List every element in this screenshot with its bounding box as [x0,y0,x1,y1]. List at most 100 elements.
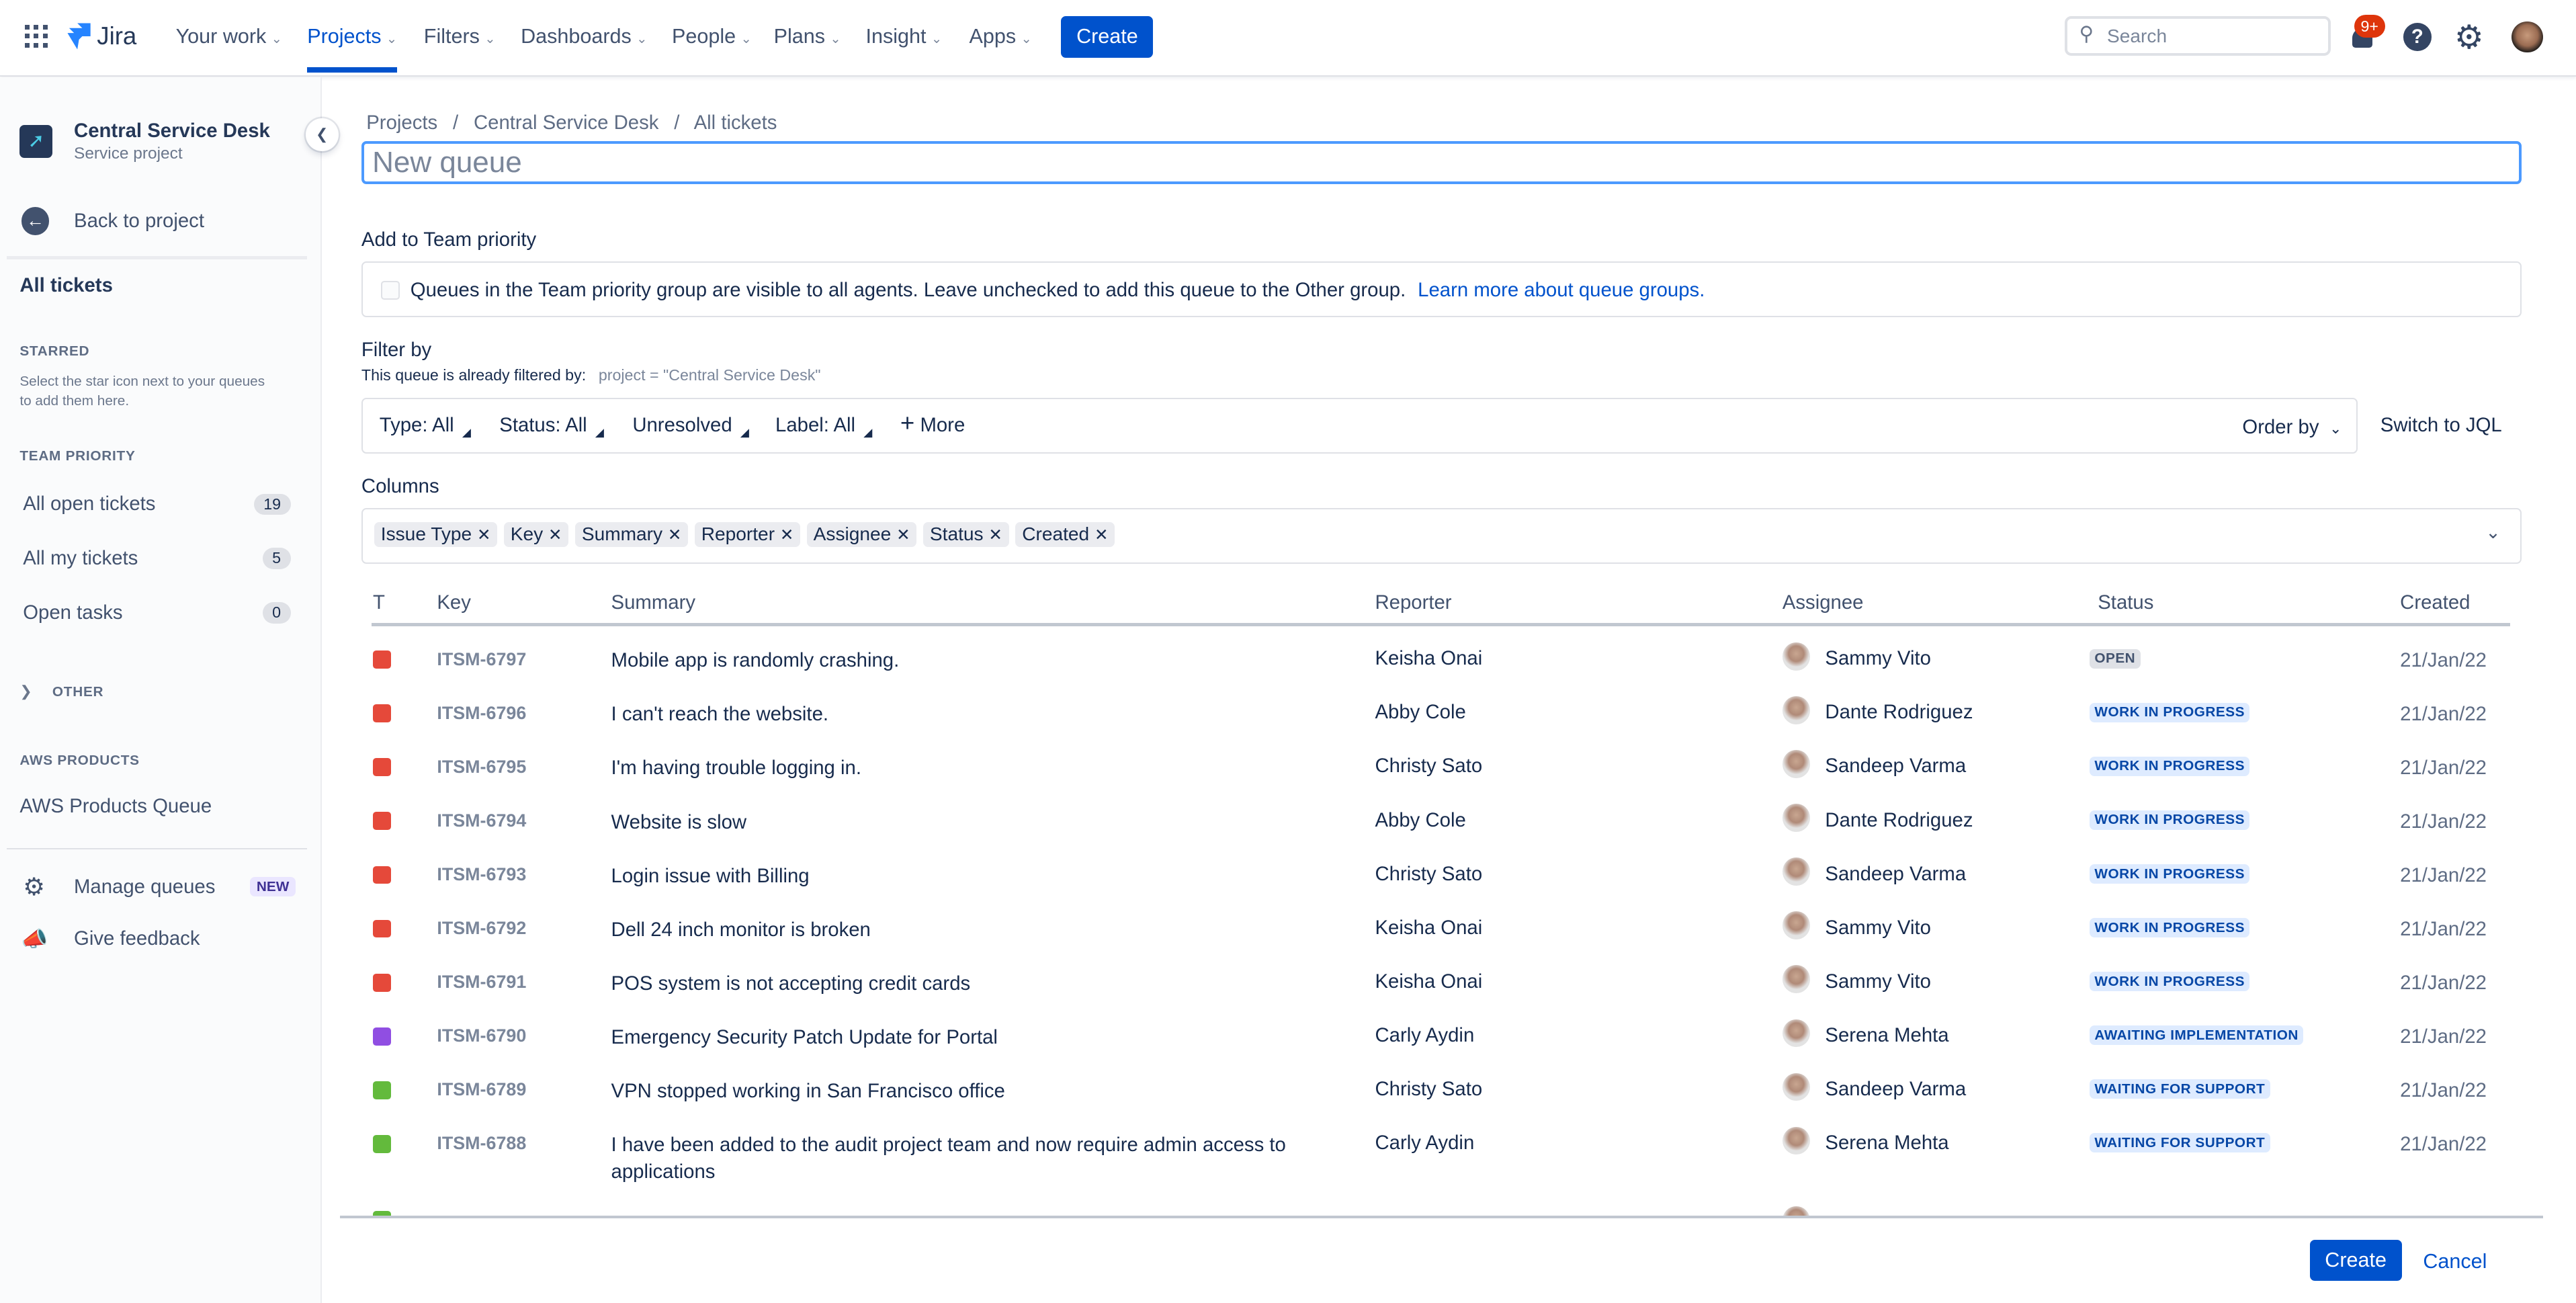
breadcrumb-all-tickets[interactable]: All tickets [694,112,777,134]
issue-key[interactable]: ITSM-6793 [437,864,526,885]
collapse-sidebar-button[interactable]: ❮ [305,118,339,151]
footer: Create Cancel [340,1216,2543,1303]
column-header-t[interactable]: T [373,591,385,614]
column-header-created[interactable]: Created [2400,591,2470,614]
nav-item-projects[interactable]: Projects ⌄ [307,25,397,74]
column-header-assignee[interactable]: Assignee [1783,591,1864,614]
filter-type[interactable]: Type: All ◢ [380,414,471,439]
sidebar-item-all-tickets[interactable]: All tickets [19,274,113,297]
created-date: 21/Jan/22 [2400,918,2487,941]
project-name: Central Service Desk [74,120,270,142]
nav-item-dashboards[interactable]: Dashboards ⌄ [521,25,647,48]
issue-summary[interactable]: Login issue with Billing [611,863,810,890]
chevron-down-icon: ⌄ [271,31,283,46]
back-to-project[interactable]: ← Back to project [21,207,204,235]
column-chip: Reporter ✕ [694,522,801,547]
created-date: 21/Jan/22 [2400,864,2487,887]
filter-label[interactable]: Label: All ◢ [775,414,872,439]
columns-select[interactable]: Issue Type ✕ Key ✕ Summary ✕ Reporter ✕ Assi… [361,507,2522,564]
other-group-toggle[interactable]: ❯ OTHER [19,679,103,702]
nav-item-insight[interactable]: Insight ⌄ [866,25,943,48]
filter-status[interactable]: Status: All ◢ [499,414,604,439]
issue-key[interactable]: ITSM-6792 [437,918,526,939]
give-feedback[interactable]: 📣 Give feedback [22,927,200,952]
issue-summary[interactable]: POS system is not accepting credit cards [611,970,971,997]
help-icon[interactable]: ? [2403,23,2432,51]
issue-summary[interactable]: Mobile app is randomly crashing. [611,647,900,674]
filter-label: Unresolved [632,414,732,437]
breadcrumb-project[interactable]: Central Service Desk [474,112,658,134]
sidebar-item-aws-products-queue[interactable]: AWS Products Queue [19,795,212,818]
nav-item-your-work[interactable]: Your work ⌄ [176,25,282,48]
nav-item-people[interactable]: People ⌄ [672,25,752,48]
columns-label: Columns [361,474,439,497]
avatar[interactable] [2511,21,2543,53]
assignee: Sammy Vito [1825,970,1931,993]
more-label: More [920,414,965,437]
close-icon[interactable]: ✕ [988,526,1002,544]
create-queue-button[interactable]: Create [2309,1240,2402,1281]
nav-item-label: Insight [865,24,927,48]
column-header-key[interactable]: Key [437,591,471,614]
chevron-down-icon[interactable]: ⌄ [2485,522,2501,543]
reporter: Christy Sato [1375,862,1483,885]
close-icon[interactable]: ✕ [1094,526,1108,544]
manage-queues[interactable]: ⚙ Manage queues NEW [23,872,296,901]
issue-key[interactable]: ITSM-6789 [437,1079,526,1100]
cancel-button[interactable]: Cancel [2423,1250,2487,1273]
avatar [1782,1019,1811,1048]
close-icon[interactable]: ✕ [548,526,562,544]
issue-key[interactable]: ITSM-6795 [437,757,526,777]
issue-summary[interactable]: I have been added to the audit project t… [611,1132,1286,1186]
close-icon[interactable]: ✕ [668,526,681,544]
manage-queues-label: Manage queues [74,875,216,898]
close-icon[interactable]: ✕ [780,526,793,544]
order-by-button[interactable]: Order by ⌄ [2242,416,2342,439]
summary-text: I'm having trouble logging in. [611,757,861,780]
bug-icon [373,650,391,669]
nav-item-filters[interactable]: Filters ⌄ [424,25,496,48]
issue-summary[interactable]: Website is slow [611,809,747,836]
sidebar-item-queue[interactable]: Open tasks 0 [23,601,291,624]
service-request-icon [373,1134,391,1153]
breadcrumb-projects[interactable]: Projects [366,112,437,134]
close-icon[interactable]: ✕ [477,526,490,544]
gear-icon: ⚙ [23,873,46,901]
switch-to-jql-link[interactable]: Switch to JQL [2380,414,2502,437]
filter-label: Status: All [499,414,587,437]
column-header-summary[interactable]: Summary [611,591,695,614]
sidebar-item-queue[interactable]: All my tickets 5 [23,547,291,570]
jira-logo[interactable]: Jira [66,22,136,51]
search-input[interactable]: ⚲ Search [2065,16,2331,56]
queue-label: Open tasks [23,601,123,624]
issue-summary[interactable]: Emergency Security Patch Update for Port… [611,1024,998,1051]
issue-key[interactable]: ITSM-6794 [437,810,526,831]
issue-key[interactable]: ITSM-6796 [437,703,526,724]
other-heading: OTHER [52,683,104,700]
sidebar: ➚ Central Service Desk Service project ←… [0,77,322,1303]
team-priority-checkbox[interactable] [380,280,400,300]
column-header-status[interactable]: Status [2098,591,2153,614]
column-header-reporter[interactable]: Reporter [1375,591,1451,614]
queue-name-input[interactable] [361,141,2522,184]
issue-summary[interactable]: VPN stopped working in San Francisco off… [611,1078,1005,1105]
issue-key[interactable]: ITSM-6791 [437,972,526,993]
close-icon[interactable]: ✕ [896,526,910,544]
filter-resolution[interactable]: Unresolved ◢ [632,414,749,439]
issue-summary[interactable]: I can't reach the website. [611,701,829,728]
sidebar-item-queue[interactable]: All open tickets 19 [23,493,291,515]
issue-key[interactable]: ITSM-6788 [437,1133,526,1154]
column-chip: Status ✕ [923,522,1009,547]
issue-key[interactable]: ITSM-6790 [437,1025,526,1046]
nav-item-plans[interactable]: Plans ⌄ [774,25,841,48]
issue-summary[interactable]: Dell 24 inch monitor is broken [611,917,871,943]
more-filters-button[interactable]: + More [900,411,965,437]
create-button[interactable]: Create [1061,16,1154,58]
issue-summary[interactable]: I'm having trouble logging in. [611,755,861,782]
settings-icon[interactable]: ⚙ [2454,18,2484,56]
nav-item-apps[interactable]: Apps ⌄ [970,25,1032,48]
app-switcher-icon[interactable] [24,24,48,48]
avatar [1782,804,1811,832]
issue-key[interactable]: ITSM-6797 [437,649,526,670]
learn-more-link[interactable]: Learn more about queue groups. [1418,279,1705,301]
